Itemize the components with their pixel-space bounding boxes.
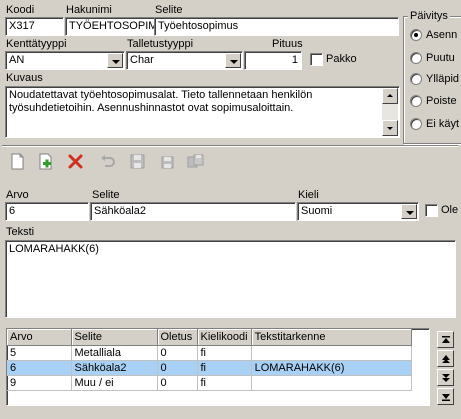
add-icon[interactable] xyxy=(34,150,57,173)
cell-arvo: 9 xyxy=(7,375,72,391)
arvo-label: Arvo xyxy=(6,189,29,201)
radio-label-poiste: Poiste xyxy=(426,95,457,107)
cell-oletus: 0 xyxy=(157,375,198,391)
kenttatyyppi-select[interactable]: AN xyxy=(5,51,125,70)
save-icon xyxy=(126,150,149,173)
value-selite-label: Selite xyxy=(92,189,120,201)
cell-arvo: 6 xyxy=(7,360,72,376)
undo-icon xyxy=(96,150,119,173)
talletustyyppi-value: Char xyxy=(130,54,154,66)
column-header-kielikoodi[interactable]: Kielikoodi xyxy=(197,329,252,346)
radio-label-puutu: Puutu xyxy=(426,52,455,64)
cell-tekstitarkenne: LOMARAHAKK(6) xyxy=(251,360,412,376)
kenttatyyppi-label: Kenttätyyppi xyxy=(6,38,67,50)
save-single-icon xyxy=(156,150,179,173)
scroll-down-icon[interactable] xyxy=(382,120,398,136)
pakko-checkbox[interactable] xyxy=(310,53,323,66)
save-all-icon xyxy=(184,150,207,173)
cell-kielikoodi: fi xyxy=(197,360,252,376)
kenttatyyppi-value: AN xyxy=(9,54,25,66)
kuvaus-text: Noudatettavat työehtosopimusalat. Tieto … xyxy=(9,89,313,114)
pituus-field[interactable]: 1 xyxy=(244,51,302,70)
selite-field[interactable]: Työehtosopimus xyxy=(154,17,399,36)
radio-puutu[interactable] xyxy=(410,52,422,64)
paivitys-title: Päivitys xyxy=(408,10,450,23)
kuvaus-scrollbar[interactable] xyxy=(382,88,398,136)
cell-kielikoodi: fi xyxy=(197,345,252,361)
chevron-down-icon[interactable] xyxy=(107,53,123,68)
kieli-label: Kieli xyxy=(298,189,319,201)
scroll-up-icon[interactable] xyxy=(382,88,398,104)
talletustyyppi-label: Talletustyyppi xyxy=(127,38,194,50)
table-row[interactable]: 5 Metalliala 0 fi xyxy=(7,345,412,361)
move-first-icon[interactable] xyxy=(437,331,454,348)
cell-selite: Metalliala xyxy=(71,345,158,361)
hakunimi-label: Hakunimi xyxy=(66,4,112,16)
column-header-oletus[interactable]: Oletus xyxy=(157,329,198,346)
radio-label-ei-kayt: Ei käyt xyxy=(426,118,460,130)
radio-label-yllapid: Ylläpid xyxy=(426,73,460,85)
talletustyyppi-select[interactable]: Char xyxy=(126,51,243,70)
cell-tekstitarkenne xyxy=(251,345,412,361)
chevron-down-icon[interactable] xyxy=(225,53,241,68)
pakko-label: Pakko xyxy=(326,53,357,65)
column-header-tekstitarkenne[interactable]: Tekstitarkenne xyxy=(251,329,412,346)
table-header-row: Arvo Selite Oletus Kielikoodi Tekstitark… xyxy=(7,329,412,346)
selite-label: Selite xyxy=(155,4,183,16)
table-row[interactable]: 9 Muu / ei 0 fi xyxy=(7,375,412,391)
teksti-text: LOMARAHAKK(6) xyxy=(9,243,99,255)
cell-tekstitarkenne xyxy=(251,375,412,391)
teksti-textarea[interactable]: LOMARAHAKK(6) xyxy=(5,240,456,318)
ole-label: Ole xyxy=(441,204,459,216)
chevron-down-icon[interactable] xyxy=(401,204,417,219)
cell-selite: Sähköala2 xyxy=(71,360,158,376)
cell-arvo: 5 xyxy=(7,345,72,361)
table-row-selected[interactable]: 6 Sähköala2 0 fi LOMARAHAKK(6) xyxy=(7,360,412,376)
column-header-selite[interactable]: Selite xyxy=(71,329,158,346)
values-table: Arvo Selite Oletus Kielikoodi Tekstitark… xyxy=(7,329,412,391)
cell-kielikoodi: fi xyxy=(197,375,252,391)
arvo-field[interactable]: 6 xyxy=(5,202,89,221)
kuvaus-label: Kuvaus xyxy=(6,72,43,84)
cell-selite: Muu / ei xyxy=(71,375,158,391)
teksti-label: Teksti xyxy=(6,226,35,238)
radio-poiste[interactable] xyxy=(410,95,422,107)
kieli-value: Suomi xyxy=(301,205,333,217)
koodi-field[interactable]: X317 xyxy=(5,17,64,36)
page-icon[interactable] xyxy=(6,150,29,173)
pituus-label: Pituus xyxy=(272,38,303,50)
radio-yllapid[interactable] xyxy=(410,73,422,85)
hakunimi-field[interactable]: TYÖEHTOSOPIM xyxy=(65,17,155,36)
kieli-select[interactable]: Suomi xyxy=(297,202,419,221)
values-grid[interactable]: Arvo Selite Oletus Kielikoodi Tekstitark… xyxy=(6,328,430,406)
value-selite-field[interactable]: Sähköala2 xyxy=(90,202,296,221)
column-header-arvo[interactable]: Arvo xyxy=(7,329,72,346)
radio-ei-kayt[interactable] xyxy=(410,118,422,130)
ole-checkbox[interactable] xyxy=(425,204,438,217)
radio-label-asenn: Asenn xyxy=(426,29,458,41)
cell-oletus: 0 xyxy=(157,360,198,376)
move-last-icon[interactable] xyxy=(437,388,454,405)
radio-asenn[interactable] xyxy=(410,29,422,41)
kuvaus-textarea[interactable]: Noudatettavat työehtosopimusalat. Tieto … xyxy=(5,86,400,138)
move-down-icon[interactable] xyxy=(437,369,454,386)
delete-icon[interactable] xyxy=(64,150,87,173)
koodi-label: Koodi xyxy=(6,4,35,16)
toolbar-divider-light xyxy=(2,146,458,147)
cell-oletus: 0 xyxy=(157,345,198,361)
move-up-icon[interactable] xyxy=(437,350,454,367)
